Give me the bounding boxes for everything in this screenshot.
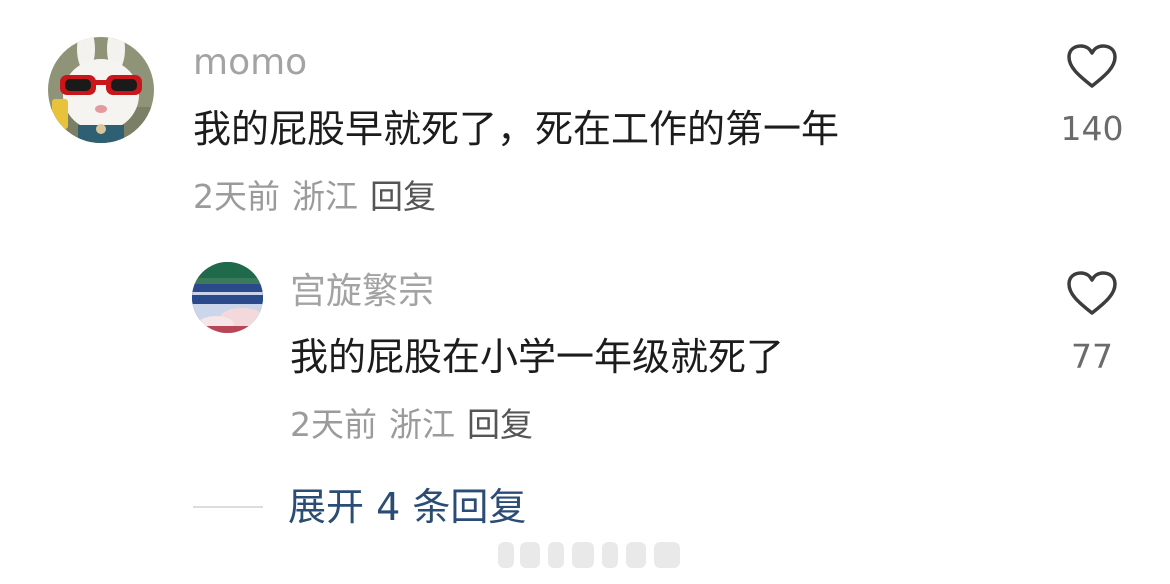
- comment-meta: 2天前 浙江 回复: [193, 180, 448, 213]
- avatar[interactable]: [48, 37, 154, 143]
- comment-username[interactable]: momo: [193, 45, 307, 81]
- expand-replies-button[interactable]: 展开 4 条回复: [288, 488, 526, 526]
- reply-meta: 2天前 浙江 回复: [290, 408, 545, 441]
- reply-time: 2天前: [290, 405, 377, 444]
- comment-text: 我的屁股早就死了，死在工作的第一年: [193, 107, 840, 151]
- reply-button[interactable]: 回复: [467, 405, 533, 444]
- watermark-icon: [496, 538, 686, 572]
- like-button[interactable]: [1066, 270, 1118, 316]
- heart-outline-icon: [1067, 44, 1117, 88]
- rabbit-avatar-icon: [48, 37, 154, 143]
- comment-time: 2天前: [193, 177, 280, 216]
- comment-location: 浙江: [292, 177, 358, 216]
- reply-button[interactable]: 回复: [370, 177, 436, 216]
- heart-outline-icon: [1067, 271, 1117, 315]
- reply-text: 我的屁股在小学一年级就死了: [290, 335, 785, 379]
- reply-location: 浙江: [389, 405, 455, 444]
- landscape-avatar-icon: [192, 262, 263, 333]
- expand-divider: [193, 506, 263, 508]
- like-button[interactable]: [1066, 43, 1118, 89]
- reply-username[interactable]: 宫旋繁宗: [290, 274, 434, 310]
- like-count: 140: [1060, 109, 1124, 148]
- avatar[interactable]: [192, 262, 263, 333]
- like-count: 77: [1071, 337, 1113, 376]
